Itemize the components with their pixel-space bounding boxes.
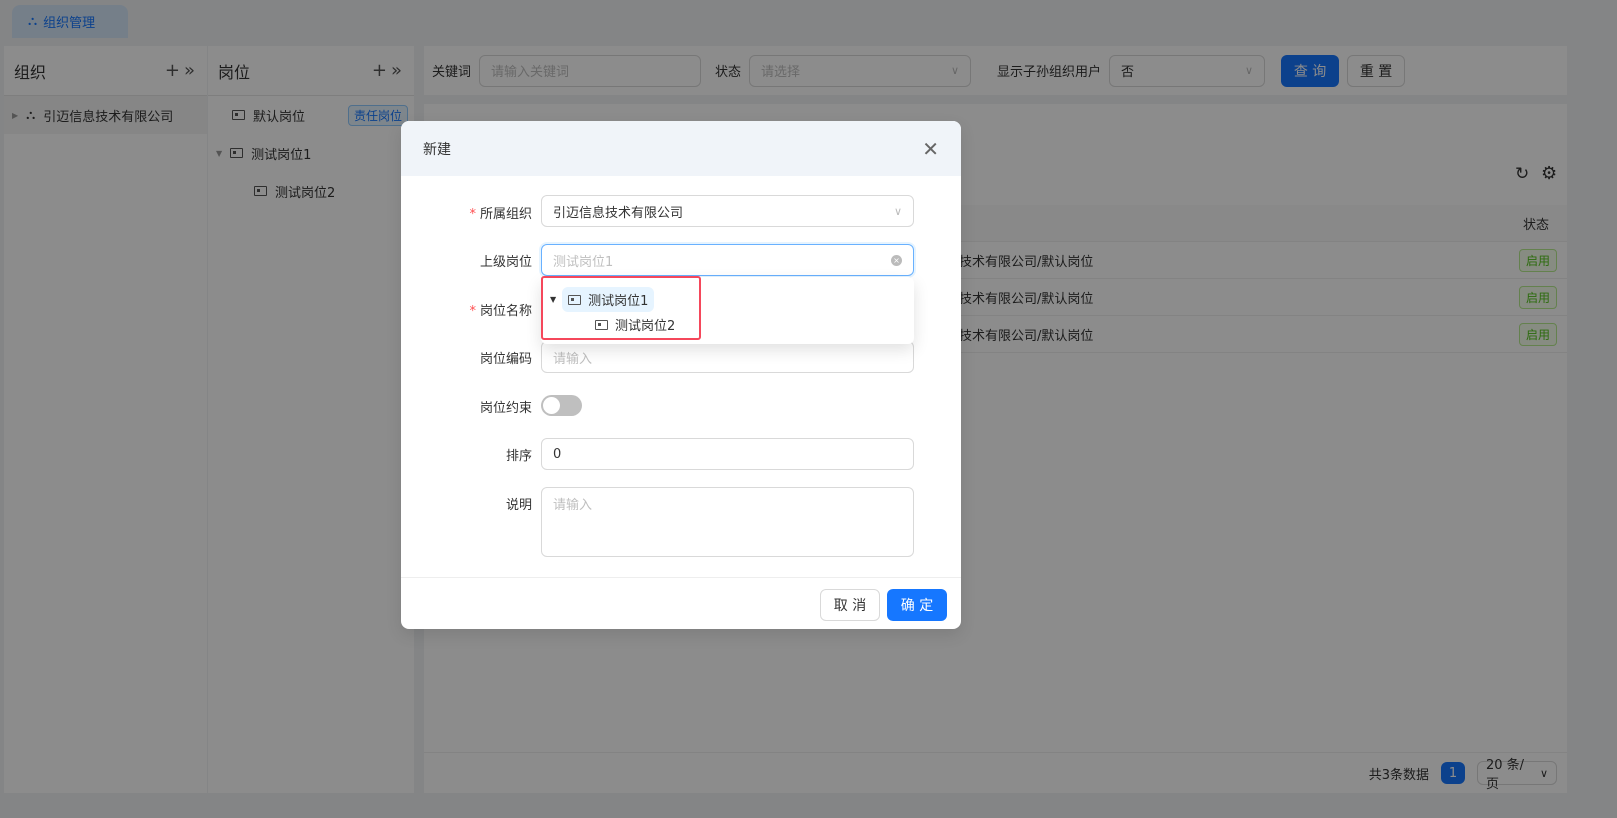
parent-post-select[interactable]: 测试岗位1 × (541, 244, 914, 276)
modal-title: 新建 (423, 141, 451, 158)
new-post-modal: 新建 ✕ * 所属组织 引迈信息技术有限公司 ∨ 上级岗位 测试岗位1 × * 岗位名称 … (401, 121, 961, 629)
cancel-button[interactable]: 取 消 (820, 589, 880, 621)
description-textarea[interactable]: 请输入 (541, 487, 914, 557)
post-constraint-toggle[interactable] (541, 395, 582, 416)
close-icon[interactable]: ✕ (922, 137, 939, 161)
confirm-button[interactable]: 确 定 (887, 589, 947, 621)
chevron-down-icon: ∨ (893, 204, 902, 218)
highlight-box (541, 276, 701, 340)
org-select[interactable]: 引迈信息技术有限公司 ∨ (541, 195, 914, 227)
clear-icon[interactable]: × (891, 254, 902, 266)
sort-input[interactable]: 0 (541, 438, 914, 470)
post-code-input[interactable]: 请输入 (541, 341, 914, 373)
